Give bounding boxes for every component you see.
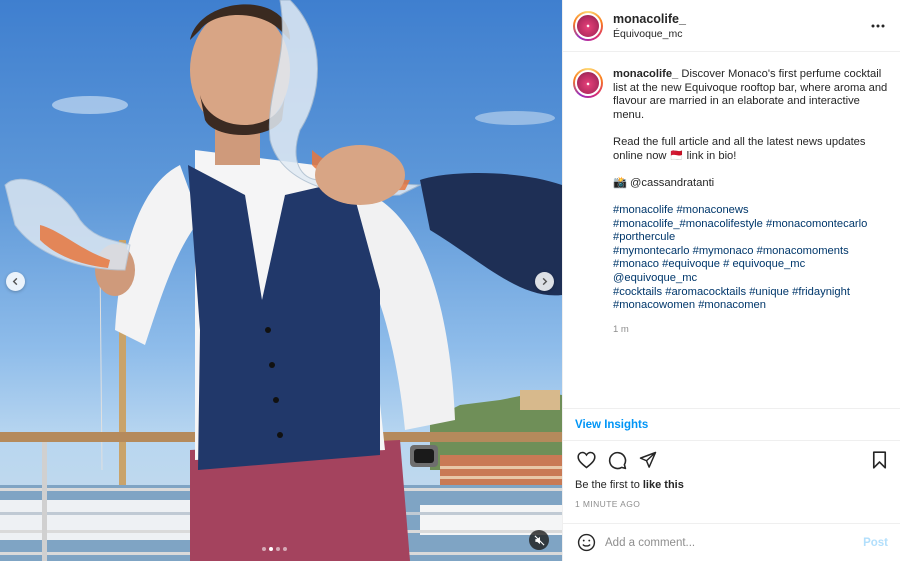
header-username[interactable]: monacolife_ xyxy=(613,12,868,26)
mute-toggle-button[interactable] xyxy=(529,530,549,550)
caption-timestamp: 1 m xyxy=(613,323,629,335)
hashtag-link[interactable]: #monacowomen xyxy=(613,299,695,311)
view-insights-link[interactable]: View Insights xyxy=(575,419,648,431)
chevron-right-icon xyxy=(542,277,548,286)
hashtag-link[interactable]: #monaconews xyxy=(676,204,748,216)
avatar[interactable]: ◆ xyxy=(573,10,603,41)
instagram-post: ◆ monacolife_ Équivoque_mc ◆ monacolife_… xyxy=(0,0,900,561)
hashtag-link[interactable]: #monacomoments xyxy=(757,245,849,257)
speaker-muted-icon xyxy=(534,535,544,545)
comment-form: Post xyxy=(563,523,900,561)
hashtag-link[interactable]: #mymontecarlo xyxy=(613,245,689,257)
caption-intro-paragraph: monacolife_ Discover Monaco's first perf… xyxy=(613,68,888,122)
header-text: monacolife_ Équivoque_mc xyxy=(613,12,868,40)
hashtag-link[interactable]: #monacomen xyxy=(698,299,766,311)
comment-icon xyxy=(608,451,626,469)
carousel-dot xyxy=(269,547,273,551)
caption-avatar[interactable]: ◆ xyxy=(573,68,603,98)
carousel-dot xyxy=(283,547,287,551)
avatar-logo-icon: ◆ xyxy=(586,80,590,86)
post-media[interactable] xyxy=(0,0,562,561)
caption: ◆ monacolife_ Discover Monaco's first pe… xyxy=(563,52,900,408)
hashtag-list: #monacolife #monaconews #monacolife_#mona… xyxy=(613,204,888,313)
insights-bar: View Insights xyxy=(563,408,900,441)
hashtag-link[interactable]: #monaco xyxy=(613,258,659,270)
heart-icon xyxy=(576,451,596,469)
send-icon xyxy=(639,451,657,468)
share-button[interactable] xyxy=(637,449,659,471)
header-location[interactable]: Équivoque_mc xyxy=(613,28,868,40)
caption-username[interactable]: monacolife_ xyxy=(613,68,678,80)
post-side-panel: ◆ monacolife_ Équivoque_mc ◆ monacolife_… xyxy=(562,0,900,561)
hashtag-link[interactable]: #cocktails xyxy=(613,286,662,298)
hashtag-link[interactable]: #porthercule xyxy=(613,231,675,243)
caption-paragraph-2: Read the full article and all the latest… xyxy=(613,135,866,162)
hashtag-link[interactable]: #equivoque xyxy=(662,258,720,270)
like-button[interactable] xyxy=(575,449,597,471)
carousel-dot xyxy=(276,547,280,551)
comment-button[interactable] xyxy=(606,449,628,471)
chevron-left-icon xyxy=(12,277,18,286)
hashtag-link[interactable]: #aromacocktails xyxy=(665,286,746,298)
post-comment-button[interactable]: Post xyxy=(863,537,888,549)
hashtag-link[interactable]: #mymonaco xyxy=(693,245,754,257)
more-options-button[interactable] xyxy=(868,16,888,36)
post-photo xyxy=(0,0,562,561)
action-bar xyxy=(563,441,900,479)
carousel-dot xyxy=(262,547,266,551)
likes-prefix: Be the first to xyxy=(575,479,640,491)
hashtag-link[interactable]: @equivoque_mc xyxy=(613,272,697,284)
comment-input[interactable] xyxy=(605,536,864,549)
post-timestamp: 1 MINUTE AGO xyxy=(575,499,641,509)
hashtag-link[interactable]: #monacolife xyxy=(613,204,673,216)
hashtag-link[interactable]: #monacomontecarlo xyxy=(766,218,867,230)
next-slide-button[interactable] xyxy=(535,272,554,291)
hashtag-link[interactable]: # equivoque_mc xyxy=(723,258,805,270)
post-header: ◆ monacolife_ Équivoque_mc xyxy=(563,0,900,52)
hashtag-link[interactable]: #unique xyxy=(749,286,789,298)
hashtag-link[interactable]: #monacolife_#monacolifestyle xyxy=(613,218,763,230)
carousel-indicator xyxy=(262,547,287,551)
like-this-link[interactable]: like this xyxy=(643,479,684,491)
bookmark-icon xyxy=(872,451,886,469)
caption-body: monacolife_ Discover Monaco's first perf… xyxy=(613,68,888,408)
save-button[interactable] xyxy=(868,449,890,471)
caption-credit: 📸 @cassandratanti xyxy=(613,176,715,189)
emoji-button[interactable] xyxy=(575,532,597,554)
avatar-logo-icon: ◆ xyxy=(586,23,590,28)
likes-summary: Be the first to like this xyxy=(563,479,900,497)
emoji-smile-icon xyxy=(577,533,595,552)
more-horizontal-icon xyxy=(871,24,885,27)
previous-slide-button[interactable] xyxy=(6,272,25,291)
hashtag-link[interactable]: #fridaynight xyxy=(792,286,850,298)
